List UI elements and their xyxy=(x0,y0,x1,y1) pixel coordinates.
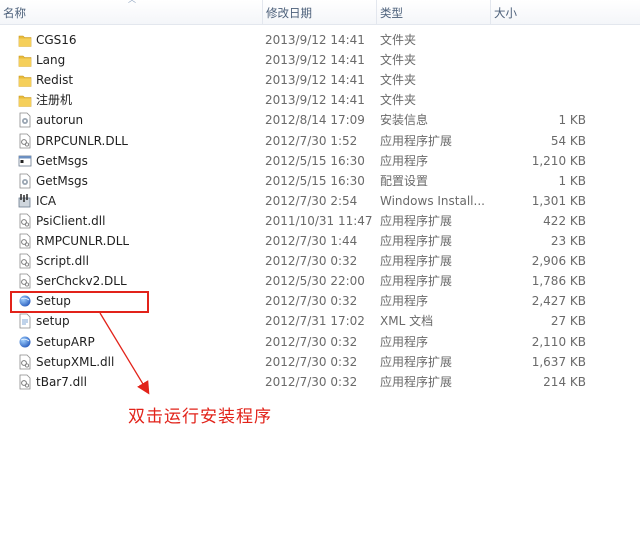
annotation-arrow xyxy=(99,312,150,395)
annotation-caption: 双击运行安装程序 xyxy=(128,407,272,427)
